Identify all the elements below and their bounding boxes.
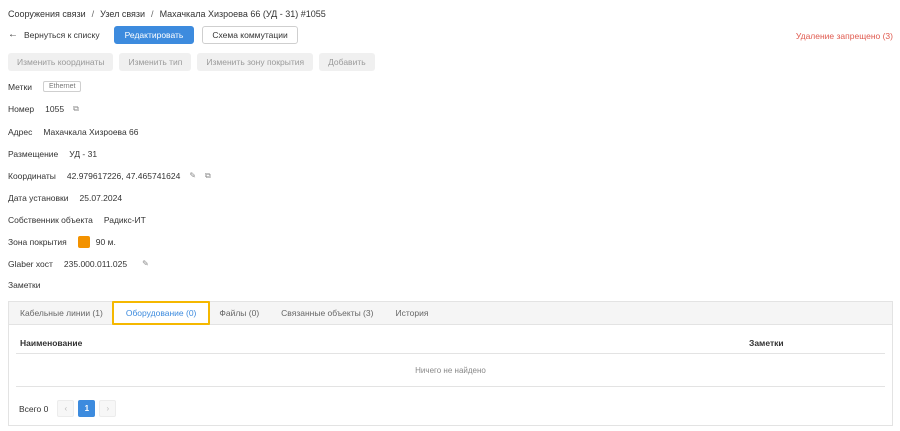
empty-state-row: Ничего не найдено (16, 354, 885, 387)
switching-scheme-button[interactable]: Схема коммутации (202, 26, 298, 44)
back-to-list-label: Вернуться к списку (24, 30, 100, 40)
address-label: Адрес (8, 127, 33, 137)
install-date-label: Дата установки (8, 193, 69, 203)
notes-field: Заметки (8, 280, 52, 290)
glaber-host-label: Glaber хост (8, 259, 53, 269)
page-button-1[interactable]: 1 (78, 400, 96, 417)
tab-cable-lines[interactable]: Кабельные линии (1) (20, 308, 103, 318)
owner-label: Собственник объекта (8, 215, 93, 225)
edit-button[interactable]: Редактировать (113, 26, 195, 44)
placement-label: Размещение (8, 149, 59, 159)
copy-icon[interactable]: ⧉ (205, 172, 211, 180)
breadcrumb-item-node[interactable]: Узел связи (100, 9, 145, 19)
column-notes-header[interactable]: Заметки (749, 338, 784, 348)
pagination: Всего 0 ‹ 1 › (19, 400, 117, 417)
tab-bar: Кабельные линии (1) Оборудование (0) Фай… (9, 301, 892, 325)
placement-value: УД - 31 (69, 149, 98, 159)
owner-value: Радикс-ИТ (103, 215, 146, 225)
tab-related-objects[interactable]: Связанные объекты (3) (281, 308, 373, 318)
breadcrumb-item-structures[interactable]: Сооружения связи (8, 9, 86, 19)
install-date-value: 25.07.2024 (79, 193, 123, 203)
tag-ethernet[interactable]: Ethernet (42, 81, 82, 92)
breadcrumb-separator: / (91, 9, 95, 19)
delete-forbidden-notice: Удаление запрещено (3) (795, 31, 893, 41)
coverage-field: Зона покрытия 90 м. (8, 236, 116, 248)
number-value: 1055 (45, 104, 65, 114)
back-to-list-link[interactable]: ← Вернуться к списку (8, 29, 100, 41)
notes-label: Заметки (8, 280, 41, 290)
coordinates-field: Координаты 42.979617226, 47.465741624 ✎ … (8, 171, 211, 181)
action-buttons: Изменить координаты Изменить тип Изменит… (8, 53, 375, 71)
coverage-value: 90 м. (95, 237, 116, 247)
glaber-host-field: Glaber хост 235.000.011.025 ✎ (8, 259, 149, 269)
change-type-button[interactable]: Изменить тип (119, 53, 192, 71)
address-value: Махачкала Хизроева 66 (43, 127, 139, 137)
change-coordinates-button[interactable]: Изменить координаты (8, 53, 114, 71)
total-count: Всего 0 (19, 403, 49, 414)
add-button[interactable]: Добавить (319, 53, 375, 71)
back-arrow-icon: ← (8, 29, 18, 40)
coordinates-value: 42.979617226, 47.465741624 (66, 171, 181, 181)
tab-history[interactable]: История (395, 308, 428, 318)
breadcrumb: Сооружения связи / Узел связи / Махачкал… (8, 9, 326, 19)
tab-files[interactable]: Файлы (0) (219, 308, 259, 318)
install-date-field: Дата установки 25.07.2024 (8, 193, 122, 203)
equipment-table: Наименование Заметки Ничего не найдено (16, 333, 885, 387)
glaber-host-value: 235.000.011.025 (63, 259, 128, 269)
breadcrumb-item-current: Махачкала Хизроева 66 (УД - 31) #1055 (159, 9, 326, 19)
coverage-label: Зона покрытия (8, 237, 67, 247)
tabs-panel: Кабельные линии (1) Оборудование (0) Фай… (8, 301, 893, 426)
column-name-header[interactable]: Наименование (16, 338, 749, 348)
edit-icon[interactable]: ✎ (189, 172, 196, 180)
placement-field: Размещение УД - 31 (8, 149, 97, 159)
prev-page-button[interactable]: ‹ (57, 400, 75, 417)
next-page-button[interactable]: › (99, 400, 117, 417)
number-label: Номер (8, 104, 35, 114)
number-field: Номер 1055 ⧉ (8, 104, 79, 114)
breadcrumb-separator: / (151, 9, 154, 19)
address-field: Адрес Махачкала Хизроева 66 (8, 127, 139, 137)
edit-icon[interactable]: ✎ (142, 260, 149, 268)
tags-field: Метки Ethernet (8, 81, 82, 92)
change-coverage-button[interactable]: Изменить зону покрытия (197, 53, 314, 71)
owner-field: Собственник объекта Радикс-ИТ (8, 215, 146, 225)
toolbar: ← Вернуться к списку Редактировать Схема… (8, 26, 298, 44)
coverage-color-swatch (77, 236, 90, 248)
coordinates-label: Координаты (8, 171, 56, 181)
tab-equipment[interactable]: Оборудование (0) (111, 301, 211, 325)
tags-label: Метки (8, 81, 32, 92)
table-header: Наименование Заметки (16, 333, 885, 354)
copy-icon[interactable]: ⧉ (73, 105, 79, 113)
